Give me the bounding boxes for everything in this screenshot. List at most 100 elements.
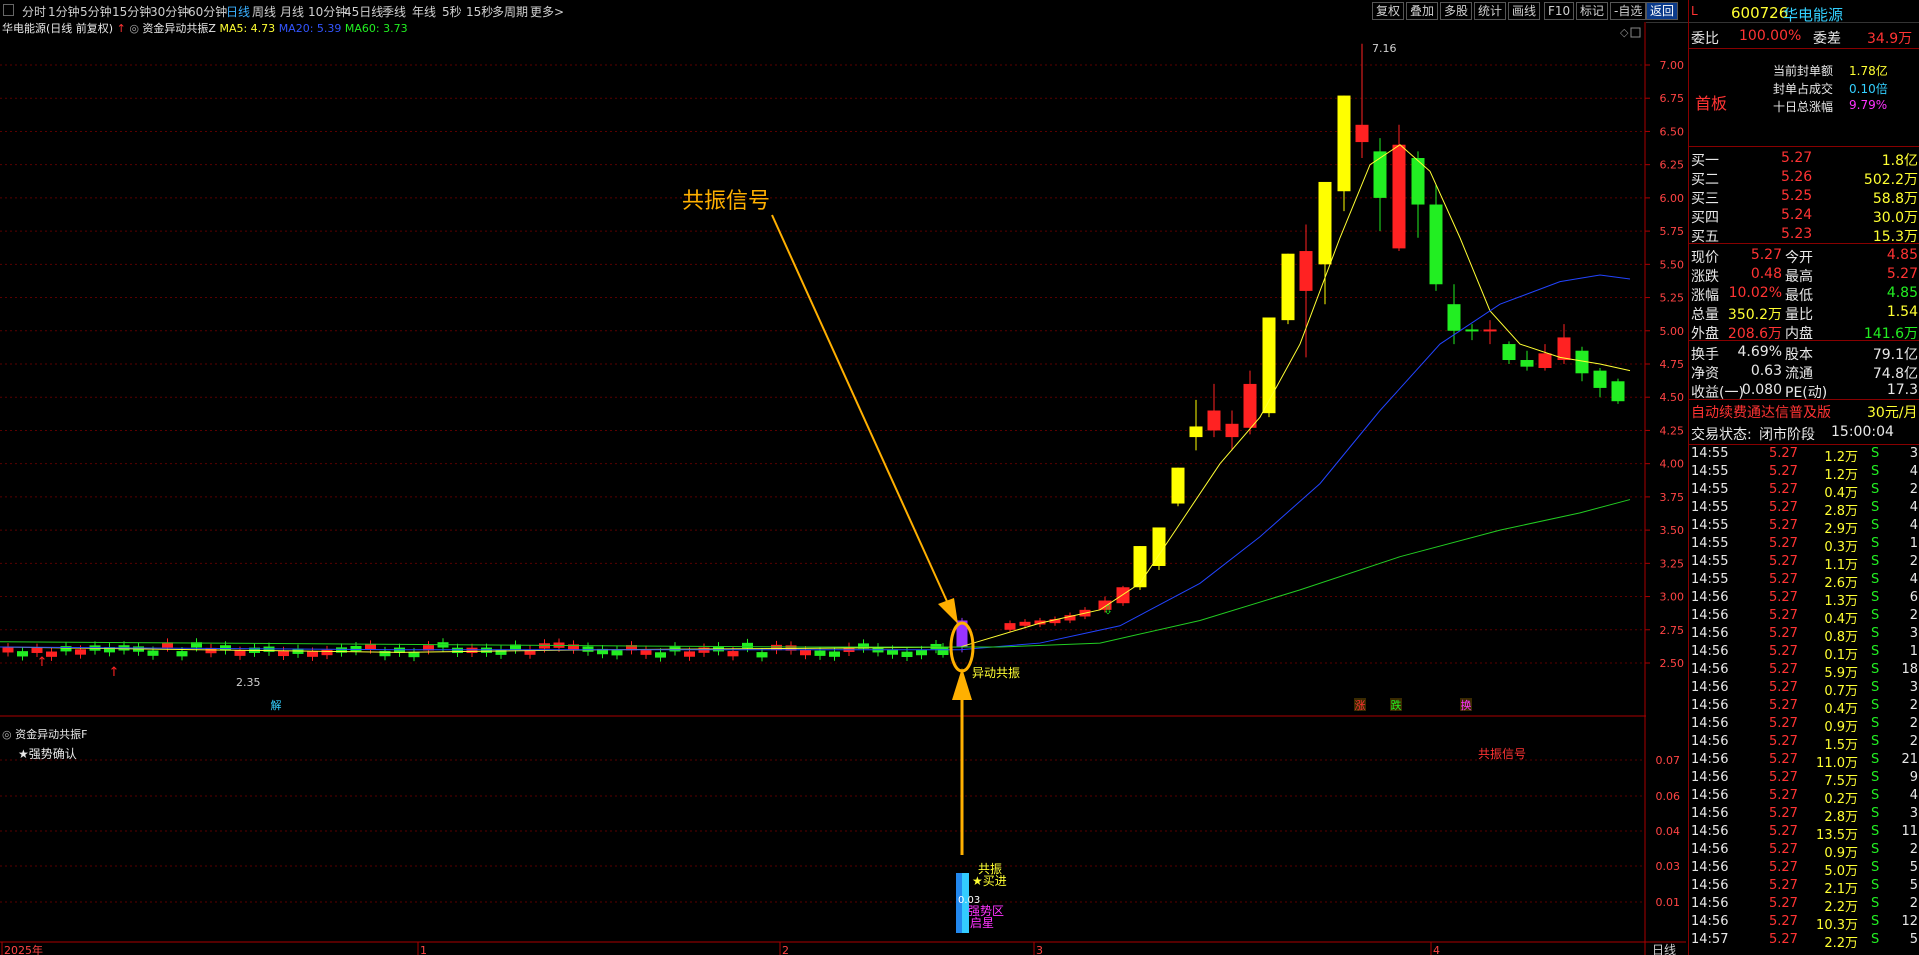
tick-price: 5.27: [1769, 644, 1798, 659]
tool-button-1[interactable]: 叠加: [1406, 2, 1439, 20]
price-tick-label: 5.50: [1660, 258, 1685, 271]
tick-time: 14:55: [1691, 482, 1729, 497]
buy-order-row[interactable]: 买二 5.26 502.2万: [1689, 169, 1919, 188]
tick-row: 14:56 5.27 1.3万 S 6: [1689, 590, 1919, 609]
period-tab-10[interactable]: 45日线: [344, 3, 383, 20]
period-tab-6[interactable]: 日线: [226, 3, 250, 20]
tick-side: S: [1871, 860, 1880, 875]
tick-price: 5.27: [1769, 518, 1798, 533]
candle: [916, 649, 927, 656]
tick-price: 5.27: [1769, 932, 1798, 947]
period-tab-9[interactable]: 10分钟: [308, 3, 347, 20]
period-tab-8[interactable]: 月线: [280, 3, 304, 20]
buy-order-volume: 502.2万: [1863, 172, 1918, 188]
tick-time: 14:55: [1691, 518, 1729, 533]
tick-count: 18: [1901, 662, 1918, 677]
candle: [176, 651, 188, 657]
candle: [1262, 317, 1276, 414]
tool-button-7[interactable]: -自选: [1610, 2, 1647, 20]
tick-count: 5: [1909, 932, 1918, 947]
period-tab-3[interactable]: 15分钟: [112, 3, 151, 20]
promo-text[interactable]: 自动续费通达信普及版: [1691, 402, 1831, 422]
period-tab-2[interactable]: 5分钟: [80, 3, 112, 20]
buy-order-row[interactable]: 买一 5.27 1.8亿: [1689, 150, 1919, 169]
buy-order-price: 5.23: [1781, 226, 1813, 242]
quote-row: 涨幅 10.02% 最低 4.85: [1689, 285, 1919, 304]
ma5-label: MA5: 4.73: [219, 22, 276, 35]
tick-count: 12: [1901, 914, 1918, 929]
tick-price: 5.27: [1769, 896, 1798, 911]
promo-price[interactable]: 30元/月: [1867, 402, 1918, 422]
period-tab-15[interactable]: 多周期: [492, 3, 528, 20]
buy-order-row[interactable]: 买四 5.24 30.0万: [1689, 207, 1919, 226]
indicator-toggle-icon[interactable]: ◎: [129, 22, 139, 35]
ma20-label: MA20: 5.39: [278, 22, 342, 35]
tick-time: 14:55: [1691, 464, 1729, 479]
tick-count: 2: [1909, 896, 1918, 911]
tick-volume: 0.9万: [1824, 720, 1858, 735]
market-prefix: L: [1691, 4, 1698, 18]
period-tab-11[interactable]: 季线: [382, 3, 406, 20]
kline-chart[interactable]: 7.00 6.75 6.50 6.25 6.00 5.75 5.50 5.25 5.00 4.75…: [0, 22, 1686, 955]
period-tab-7[interactable]: 周线: [252, 3, 276, 20]
sub-indicator-toggle-icon[interactable]: ◎: [2, 728, 12, 741]
period-tab-12[interactable]: 年线: [412, 3, 436, 20]
tick-price: 5.27: [1769, 554, 1798, 569]
period-tab-14[interactable]: 15秒: [466, 3, 493, 20]
price-tick-label: 3.25: [1660, 557, 1685, 570]
tool-button-2[interactable]: 多股: [1440, 2, 1473, 20]
candle: [1465, 329, 1479, 332]
tool-button-0[interactable]: 复权: [1372, 2, 1405, 20]
tick-volume: 2.8万: [1824, 504, 1858, 519]
period-tab-0[interactable]: 分时: [22, 3, 46, 20]
tool-button-8[interactable]: 返回: [1646, 2, 1679, 20]
tick-volume: 11.0万: [1816, 756, 1858, 771]
tool-button-5[interactable]: F10: [1544, 2, 1575, 20]
tool-button-4[interactable]: 画线: [1508, 2, 1541, 20]
buy-order-row[interactable]: 买三 5.25 58.8万: [1689, 188, 1919, 207]
candle: [1152, 527, 1166, 566]
candle: [756, 652, 768, 658]
tick-row: 14:56 5.27 0.4万 S 2: [1689, 608, 1919, 627]
tick-time: 14:56: [1691, 734, 1729, 749]
candle: [1611, 381, 1625, 402]
tick-count: 3: [1909, 680, 1918, 695]
marker-label: 涨: [1355, 699, 1366, 712]
diamond-icon[interactable]: ◇: [1620, 26, 1629, 39]
period-tab-1[interactable]: 1分钟: [48, 3, 80, 20]
tick-time: 14:56: [1691, 608, 1729, 623]
tick-volume: 2.9万: [1824, 522, 1858, 537]
seal-amount-label: 当前封单额: [1773, 64, 1834, 78]
tick-volume: 0.4万: [1824, 486, 1858, 501]
time-label: 3: [1036, 944, 1043, 955]
menu-toggle-icon[interactable]: [3, 4, 14, 16]
chart-header: 华电能源(日线 前复权) ↑ ◎ 资金异动共振Z MA5: 4.73 MA20:…: [2, 20, 408, 36]
buy-order-row[interactable]: 买五 5.23 15.3万: [1689, 226, 1919, 245]
tick-time: 14:56: [1691, 644, 1729, 659]
candle: [1557, 337, 1571, 361]
period-tab-4[interactable]: 30分钟: [150, 3, 189, 20]
period-tab-5[interactable]: 60分钟: [188, 3, 227, 20]
candle: [1171, 467, 1185, 504]
tick-time: 14:56: [1691, 590, 1729, 605]
price-tick-label: 4.50: [1660, 391, 1685, 404]
tick-side: S: [1871, 500, 1880, 515]
tick-row: 14:56 5.27 5.9万 S 18: [1689, 662, 1919, 681]
tick-side: S: [1871, 446, 1880, 461]
period-tab-16[interactable]: 更多>: [530, 3, 564, 20]
candle: [17, 651, 28, 657]
candle: [1243, 383, 1257, 428]
tick-count: 4: [1909, 464, 1918, 479]
tick-price: 5.27: [1769, 482, 1798, 497]
period-tab-13[interactable]: 5秒: [442, 3, 462, 20]
tick-volume: 2.1万: [1824, 882, 1858, 897]
quote-row: 现价 5.27 今开 4.85: [1689, 247, 1919, 266]
quote-value: 1.54: [1886, 304, 1918, 320]
weibi-value: 100.00%: [1739, 28, 1802, 44]
tool-button-6[interactable]: 标记: [1576, 2, 1609, 20]
sub-legend: ★强势确认: [18, 747, 77, 761]
stock-name[interactable]: 华电能源: [1783, 4, 1843, 25]
tool-button-3[interactable]: 统计: [1474, 2, 1507, 20]
candle: [365, 644, 376, 650]
candle: [1207, 410, 1221, 431]
